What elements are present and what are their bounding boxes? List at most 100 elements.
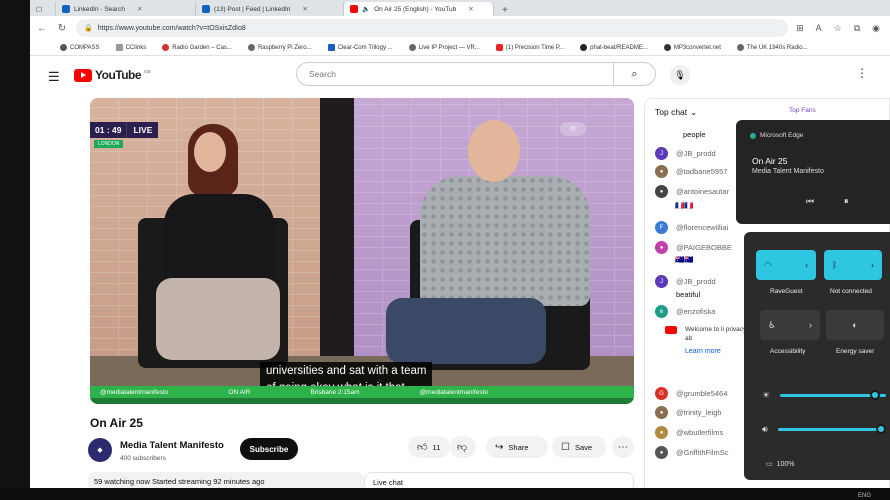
bookmark-item[interactable]: (1) Precision Time P... <box>495 44 564 51</box>
language-indicator[interactable]: ENG <box>858 493 871 499</box>
bookmark-item[interactable]: Live IP Project — VR... <box>408 44 480 51</box>
user-avatar[interactable]: J <box>655 275 668 288</box>
channel-avatar[interactable]: ◆ <box>88 438 112 462</box>
user-avatar[interactable]: e <box>655 305 668 318</box>
close-icon[interactable]: ✕ <box>302 5 307 13</box>
chat-message: ● @PAIGEBOBBE <box>655 241 732 254</box>
energy-saver-label: Energy saver <box>836 348 875 355</box>
page-icon <box>115 44 123 51</box>
bookmark-item[interactable]: CClinks <box>115 44 146 51</box>
tab-linkedin-feed[interactable]: (13) Post | Feed | LinkedIn ✕ <box>196 2 344 16</box>
close-icon[interactable]: ✕ <box>468 5 473 13</box>
address-bar[interactable]: 🔒 https://www.youtube.com/watch?v=tOSxis… <box>76 19 789 37</box>
user-avatar[interactable]: ● <box>655 165 668 178</box>
previous-track-icon[interactable]: ⏮ <box>806 196 814 207</box>
menu-icon[interactable]: ☰ <box>48 69 60 85</box>
dislike-button[interactable]: 👎︎ <box>450 436 476 458</box>
save-button[interactable]: ☐ Save <box>552 436 606 458</box>
bookmark-item[interactable]: COMPASS <box>60 44 100 51</box>
close-icon[interactable]: ✕ <box>137 5 142 13</box>
user-avatar[interactable]: ● <box>655 446 668 459</box>
subscribe-button[interactable]: Subscribe <box>240 438 298 460</box>
tab-youtube[interactable]: 🔈 On Air 25 (English) - YouTub ✕ <box>344 2 494 16</box>
bookmark-item[interactable]: Clear-Com Trilogy ... <box>327 44 393 51</box>
favorite-star-icon[interactable]: ☆ <box>834 23 842 34</box>
user-avatar[interactable]: ● <box>655 426 668 439</box>
bookmark-item[interactable]: phat-beat/README... <box>580 44 648 51</box>
address-row: ← ↻ 🔒 https://www.youtube.com/watch?v=tO… <box>30 16 890 40</box>
chat-message: beatiful <box>676 290 701 299</box>
brightness-thumb[interactable] <box>870 389 880 400</box>
bookmarks-bar: COMPASS CClinks Radio Garden – Cas... Ra… <box>30 40 890 56</box>
user-avatar[interactable]: F <box>655 221 668 234</box>
chevron-right-icon[interactable]: › <box>809 320 812 330</box>
chevron-right-icon[interactable]: › <box>871 260 874 270</box>
tab-strip: ▢ LinkedIn - Search ✕ (13) Post | Feed |… <box>30 0 890 16</box>
channel-name[interactable]: Media Talent Manifesto <box>120 440 224 451</box>
user-avatar[interactable]: J <box>655 147 668 160</box>
youtube-logo[interactable]: YouTube GB <box>74 68 151 82</box>
wifi-label: RaveGuest <box>770 288 803 295</box>
converter-icon <box>663 44 671 51</box>
chevron-right-icon[interactable]: › <box>805 260 808 270</box>
volume-slider[interactable]: 🔊︎ <box>762 422 886 436</box>
like-button[interactable]: 👍︎ 11 <box>408 436 450 458</box>
video-player[interactable]: 01 : 49 LIVE LONDON ◎ universities and s… <box>90 98 634 404</box>
more-actions-button[interactable]: ⋯ <box>612 436 634 458</box>
save-playlist-icon: ☐ <box>561 441 570 453</box>
read-aloud-icon[interactable]: A <box>816 23 822 34</box>
microphone-icon[interactable]: 🎙 <box>670 65 690 85</box>
top-chat-dropdown[interactable]: Top chat ⌄ <box>655 107 697 118</box>
more-options-icon[interactable]: ⋮ <box>856 66 868 80</box>
energy-saver-toggle[interactable]: ◐ <box>826 310 884 340</box>
accessibility-toggle[interactable]: ♿︎ › <box>760 310 820 340</box>
battery-status[interactable]: ▭ 100% <box>766 460 795 469</box>
user-avatar[interactable]: ● <box>655 406 668 419</box>
chat-message: ● @tadbane5957 <box>655 165 727 178</box>
wifi-icon: ◠ <box>764 259 772 270</box>
reload-icon[interactable]: ↻ <box>56 23 68 34</box>
bookmark-item[interactable]: The UK 1940s Radio... <box>736 44 808 51</box>
search-icon[interactable]: ⌕ <box>613 63 655 85</box>
user-avatar[interactable]: ● <box>655 185 668 198</box>
bookmark-item[interactable]: MP3converter.net <box>663 44 721 51</box>
user-avatar[interactable]: ● <box>655 241 668 254</box>
chat-message: ● @trinity_leigh <box>655 406 722 419</box>
github-icon <box>580 44 588 51</box>
bluetooth-toggle[interactable]: ᛒ › <box>824 250 882 280</box>
bluetooth-label: Not connected <box>830 288 872 295</box>
chat-message: 🇦🇺🇦🇺 <box>675 255 694 264</box>
chat-message: people <box>683 130 706 139</box>
wifi-toggle[interactable]: ◠ › <box>756 250 816 280</box>
screen-bezel-bottom <box>0 488 890 500</box>
gear-icon <box>60 44 67 51</box>
guest-man <box>420 176 590 306</box>
bookmark-item[interactable]: Raspberry Pi Zero... <box>247 44 312 51</box>
pause-icon[interactable]: ⏸ <box>844 196 849 207</box>
edge-icon <box>750 132 756 139</box>
user-avatar[interactable]: G <box>655 387 668 400</box>
tab-linkedin-search[interactable]: LinkedIn - Search ✕ <box>56 2 196 16</box>
bookmark-item[interactable]: Radio Garden – Cas... <box>162 44 232 51</box>
profile-icon[interactable]: ◉ <box>872 23 880 34</box>
tab-actions-button[interactable]: ▢ <box>30 2 56 16</box>
globe-icon <box>247 44 255 51</box>
search-box: ⌕ <box>296 62 656 86</box>
volume-thumb[interactable] <box>876 423 886 434</box>
extensions-icon[interactable]: ⧉ <box>854 23 860 34</box>
chat-message: ● @GriffithFilmSc <box>655 446 728 459</box>
apps-icon[interactable]: ⊞ <box>796 23 804 34</box>
youtube-icon <box>495 44 503 51</box>
media-flyout: Microsoft Edge On Air 25 Media Talent Ma… <box>736 120 890 224</box>
brightness-slider[interactable]: ☀ <box>762 388 886 402</box>
search-input[interactable] <box>297 69 613 79</box>
quick-settings-panel: ◠ › ᛒ › RaveGuest Not connected ♿︎ › ◐ Acce… <box>744 232 890 480</box>
lock-icon: 🔒 <box>84 25 93 32</box>
top-fans-label[interactable]: Top Fans <box>789 107 816 114</box>
share-button[interactable]: ↪ Share <box>486 436 548 458</box>
new-tab-button[interactable]: + <box>494 5 516 16</box>
channel-watermark: ◎ <box>560 122 586 136</box>
back-icon[interactable]: ← <box>36 23 48 34</box>
chat-message: 🇫🇷🇫🇷 <box>675 201 694 210</box>
bluetooth-icon: ᛒ <box>832 260 838 270</box>
